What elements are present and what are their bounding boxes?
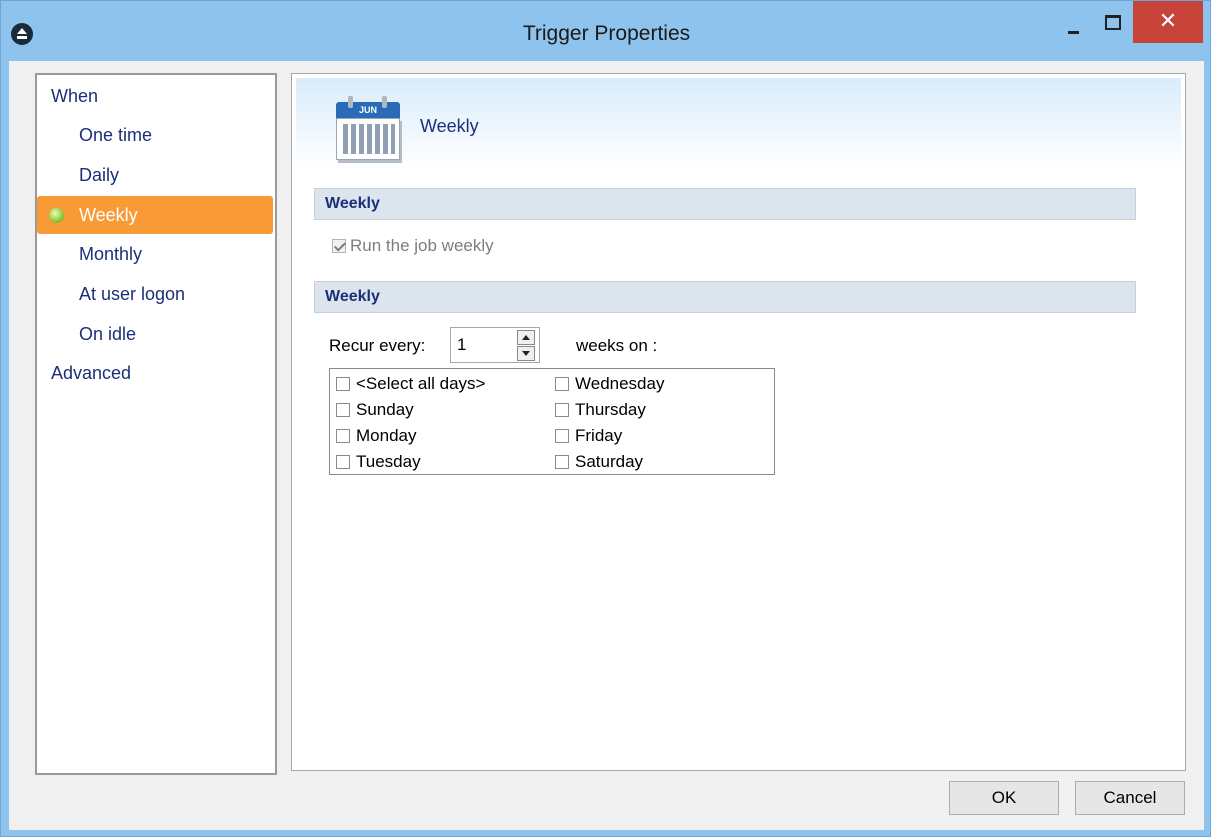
day-saturday[interactable]: Saturday (555, 448, 643, 474)
checkbox-thursday[interactable] (555, 402, 569, 417)
nav-item-weekly-label: Weekly (79, 205, 138, 225)
recur-weeks-value[interactable]: 1 (457, 335, 466, 355)
day-label: <Select all days> (356, 373, 486, 393)
checkbox-friday[interactable] (555, 428, 569, 443)
spin-down-arrow-icon[interactable] (517, 346, 535, 361)
nav-item-advanced[interactable]: Advanced (37, 354, 273, 392)
day-label: Friday (575, 425, 623, 445)
calendar-body (336, 118, 400, 160)
run-weekly-checkbox[interactable]: Run the job weekly (332, 235, 494, 256)
recur-weeks-spinner[interactable]: 1 (450, 327, 540, 363)
checkbox-saturday[interactable] (555, 454, 569, 469)
maximize-button[interactable] (1091, 1, 1137, 43)
day-label: Tuesday (356, 451, 421, 471)
close-button[interactable]: ✕ (1133, 1, 1203, 43)
day-sunday[interactable]: Sunday (336, 396, 414, 422)
calendar-ring (382, 96, 387, 108)
nav-item-on-idle[interactable]: On idle (37, 315, 273, 353)
nav-tree: When One time Daily Weekly Monthly At us… (35, 73, 277, 775)
panel-title: Weekly (420, 116, 479, 136)
checkbox-wednesday[interactable] (555, 376, 569, 391)
nav-item-monthly[interactable]: Monthly (37, 235, 273, 273)
day-friday[interactable]: Friday (555, 422, 622, 448)
nav-item-weekly[interactable]: Weekly (37, 196, 273, 234)
day-wednesday[interactable]: Wednesday (555, 370, 664, 396)
day-monday[interactable]: Monday (336, 422, 416, 448)
day-label: Thursday (575, 399, 646, 419)
day-label: Sunday (356, 399, 414, 419)
day-thursday[interactable]: Thursday (555, 396, 646, 422)
ok-button[interactable]: OK (949, 781, 1059, 815)
client-area: When One time Daily Weekly Monthly At us… (9, 61, 1204, 830)
green-bullet-icon (49, 208, 64, 223)
day-label: Saturday (575, 451, 644, 471)
checkbox-select-all[interactable] (336, 376, 350, 391)
nav-item-daily[interactable]: Daily (37, 156, 273, 194)
properties-panel: JUN Weekly Weekly Run the job weekly Wee… (291, 73, 1186, 771)
cancel-button[interactable]: Cancel (1075, 781, 1185, 815)
calendar-month-label: JUN (336, 102, 400, 118)
title-bar[interactable]: Trigger Properties ✕ (1, 1, 1211, 66)
trigger-properties-window: Trigger Properties ✕ When One time Daily… (0, 0, 1211, 837)
checkbox-monday[interactable] (336, 428, 350, 443)
panel-header: JUN Weekly (296, 78, 1181, 170)
checkbox-tuesday[interactable] (336, 454, 350, 469)
checkbox-sunday[interactable] (336, 402, 350, 417)
close-icon: ✕ (1158, 8, 1178, 33)
section-header-weekly: Weekly (314, 188, 1136, 220)
day-select-all[interactable]: <Select all days> (336, 370, 485, 396)
day-label: Monday (356, 425, 417, 445)
run-weekly-check-icon[interactable] (332, 238, 346, 253)
nav-item-one-time[interactable]: One time (37, 116, 273, 154)
weeks-on-label: weeks on : (576, 336, 658, 355)
calendar-grid (343, 124, 395, 154)
nav-item-when[interactable]: When (37, 77, 273, 115)
nav-item-at-user-logon[interactable]: At user logon (37, 275, 273, 313)
days-checklist: <Select all days> Sunday Monday Tuesday … (329, 368, 775, 475)
day-label: Wednesday (575, 373, 665, 393)
recur-every-label: Recur every: (329, 336, 426, 355)
window-title: Trigger Properties (522, 22, 691, 45)
day-tuesday[interactable]: Tuesday (336, 448, 421, 474)
run-weekly-label: Run the job weekly (350, 235, 494, 255)
calendar-icon: JUN (336, 94, 402, 164)
section-header-weekly-schedule: Weekly (314, 281, 1136, 313)
spin-up-arrow-icon[interactable] (517, 330, 535, 345)
calendar-ring (348, 96, 353, 108)
